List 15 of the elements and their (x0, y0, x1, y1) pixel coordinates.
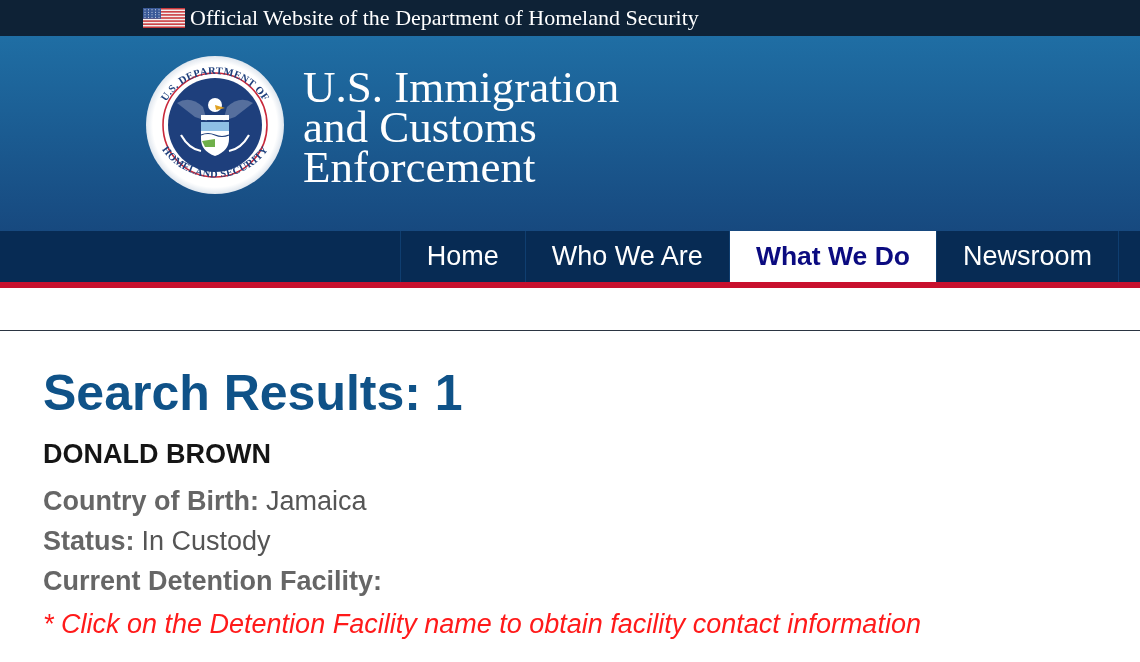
facility-note: * Click on the Detention Facility name to obtain facility contact information (43, 608, 922, 641)
nav-tab[interactable]: Home (399, 231, 525, 282)
nav-tab[interactable]: Who We Are (524, 231, 729, 282)
banner-text: Official Website of the Department of Homeland Security (190, 5, 699, 31)
results-heading: Search Results: 1 (43, 365, 464, 421)
field-label: Status: (43, 525, 135, 558)
person-name: DONALD BROWN (43, 438, 272, 471)
field-label: Current Detention Facility: (43, 565, 383, 598)
field-value: In Custody (141, 525, 271, 558)
nav-tab[interactable]: What We Do (728, 231, 936, 282)
field-label: Country of Birth: (43, 485, 259, 518)
flag-icon (143, 8, 185, 28)
nav-tab[interactable]: Newsroom (935, 231, 1119, 282)
field-value: Jamaica (265, 485, 367, 518)
agency-name: U.S. Immigration and Customs Enforcement (303, 67, 620, 187)
